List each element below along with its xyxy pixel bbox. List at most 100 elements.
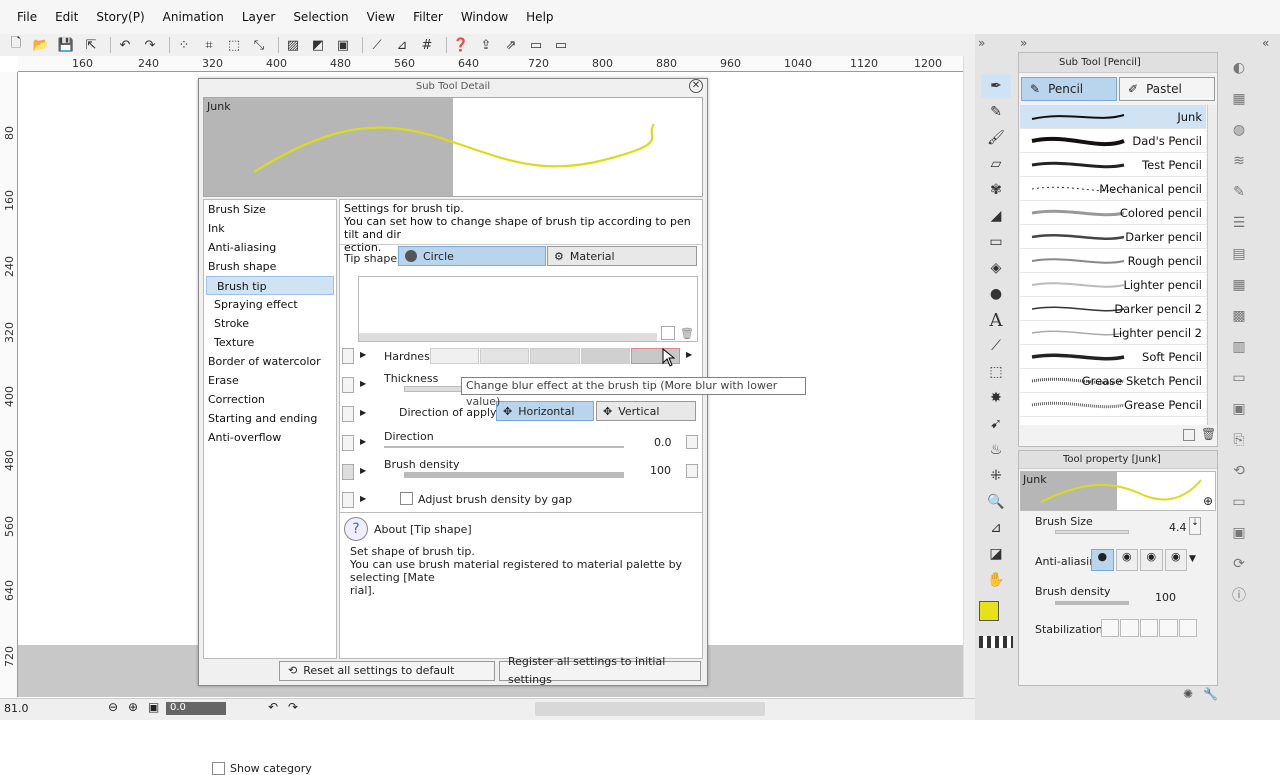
horizontal-scrollbar[interactable] (0, 698, 975, 720)
undo-icon[interactable]: ↶ (115, 35, 135, 55)
frame-icon[interactable]: ▣ (333, 35, 353, 55)
list-item[interactable]: Mechanical pencil (1020, 177, 1206, 201)
list-item[interactable]: Junk (1020, 105, 1206, 129)
auto-select-tool-icon[interactable]: ✸ (981, 386, 1011, 410)
category-texture[interactable]: Texture (204, 333, 336, 352)
open-folder-icon[interactable]: 📂 (31, 35, 51, 55)
reset-tool-icon[interactable]: ✺ (1183, 687, 1193, 701)
transform-icon[interactable]: ⬚ (224, 35, 244, 55)
item-bank-icon[interactable]: ▣ (1225, 519, 1253, 547)
expand-icon[interactable]: ▶ (360, 379, 366, 388)
animation-icon[interactable]: ▩ (1225, 302, 1253, 330)
horizontal-button[interactable]: ✥ Horizontal (496, 401, 594, 421)
list-item[interactable]: Grease Pencil (1020, 393, 1206, 417)
category-anti-overflow[interactable]: Anti-overflow (204, 428, 336, 447)
collapse-icon[interactable]: » (978, 36, 985, 50)
show-in-tool-property-toggle[interactable] (342, 492, 354, 508)
expand-icon[interactable]: ▶ (360, 408, 366, 417)
main-color-swatch[interactable] (979, 601, 999, 621)
menu-selection[interactable]: Selection (284, 0, 357, 34)
show-in-tool-property-toggle[interactable] (342, 435, 354, 451)
zoom-out-icon[interactable]: ⊖ (108, 700, 118, 714)
material-list[interactable]: 🗑 (358, 276, 698, 342)
stabilization-level[interactable] (1159, 619, 1178, 637)
export-icon[interactable]: ⇱ (81, 35, 101, 55)
list-item[interactable]: Test Pencil (1020, 153, 1206, 177)
brush-size-value[interactable]: 4.4 (1169, 521, 1187, 534)
snap-ruler-icon[interactable]: ⟋ (367, 35, 387, 55)
redo-icon[interactable]: ↷ (140, 35, 160, 55)
category-brush-shape[interactable]: Brush shape (204, 257, 336, 276)
stabilization-selector[interactable] (1101, 619, 1198, 637)
next-icon[interactable]: ▶ (686, 350, 692, 359)
gradient-tool-icon[interactable]: ● (981, 282, 1011, 306)
hand-tool-icon[interactable]: ✋ (981, 568, 1011, 592)
menu-window[interactable]: Window (452, 0, 517, 34)
information-icon[interactable]: ⓘ (1225, 581, 1253, 609)
category-brush-tip[interactable]: Brush tip (206, 276, 334, 295)
rotate-right-icon[interactable]: ↷ (288, 700, 298, 714)
text-tool-icon[interactable]: A (981, 308, 1011, 332)
list-item[interactable]: Rough pencil (1020, 249, 1206, 273)
show-in-tool-property-toggle[interactable] (342, 377, 354, 393)
auto-action-icon[interactable]: ▭ (1225, 488, 1253, 516)
blend-tool-icon[interactable]: ◢ (981, 204, 1011, 228)
menu-edit[interactable]: Edit (46, 0, 87, 34)
density-effect-button[interactable] (686, 464, 698, 478)
ruler-tool-icon[interactable]: ⊿ (981, 516, 1011, 540)
zoom-in-icon[interactable]: ⊕ (128, 700, 138, 714)
hardness-selector[interactable] (430, 348, 681, 364)
material-scrollbar[interactable] (359, 333, 657, 341)
collapse-icon[interactable]: « (1262, 36, 1269, 50)
color-gradient-tool-icon[interactable]: ◪ (981, 542, 1011, 566)
aa-none[interactable]: ● (1091, 549, 1114, 571)
fit-icon[interactable]: ▣ (148, 700, 159, 714)
zoom-readout[interactable]: 81.0 (4, 702, 29, 715)
list-item[interactable]: Grease Sketch Pencil (1020, 369, 1206, 393)
list-item[interactable]: Darker pencil 2 (1020, 297, 1206, 321)
direction-dial-button[interactable] (686, 435, 698, 449)
vertical-scrollbar[interactable] (963, 56, 975, 698)
category-ink[interactable]: Ink (204, 219, 336, 238)
collapse-icon[interactable]: » (1020, 36, 1027, 50)
show-category-checkbox[interactable] (212, 762, 225, 775)
brush-size-menu-icon[interactable]: ⇣ (1189, 517, 1201, 535)
wrench-icon[interactable]: 🔧 (1203, 687, 1218, 701)
eye-icon[interactable] (342, 464, 354, 480)
share-icon[interactable]: ⇗ (501, 35, 521, 55)
category-stroke[interactable]: Stroke (204, 314, 336, 333)
tone-tool-icon[interactable]: ⁜ (981, 464, 1011, 488)
scroll-thumb[interactable] (535, 702, 765, 716)
category-anti-aliasing[interactable]: Anti-aliasing (204, 238, 336, 257)
approximate-color-icon[interactable]: ≋ (1225, 147, 1253, 175)
brush-tool-icon[interactable]: 🖌 (981, 126, 1011, 150)
add-material-icon[interactable] (661, 326, 675, 340)
brush-size-slider[interactable] (1055, 530, 1129, 534)
expand-icon[interactable]: ▶ (360, 466, 366, 475)
figure-tool-icon[interactable]: ▭ (981, 230, 1011, 254)
aa-weak[interactable]: ◉ (1115, 549, 1138, 571)
category-border-of-watercolor[interactable]: Border of watercolor (204, 352, 336, 371)
brush-density-value[interactable]: 100 (650, 464, 671, 477)
transparent-color-swatch[interactable] (979, 636, 1013, 648)
category-spraying-effect[interactable]: Spraying effect (204, 295, 336, 314)
direction-value[interactable]: 0.0 (654, 436, 672, 449)
category-correction[interactable]: Correction (204, 390, 336, 409)
copy-subtool-icon[interactable] (1183, 429, 1195, 441)
stabilization-level[interactable] (1178, 619, 1198, 637)
fill-icon[interactable]: ▨ (283, 35, 303, 55)
menu-layer[interactable]: Layer (233, 0, 284, 34)
tab-pastel[interactable]: ✐ Pastel (1119, 77, 1215, 101)
tip-material-button[interactable]: ⚙ Material (547, 246, 697, 266)
reset-all-button[interactable]: ⟲ Reset all settings to default (279, 661, 495, 681)
timeline-icon[interactable]: ▥ (1225, 333, 1253, 361)
crop-icon[interactable]: ⌗ (199, 35, 219, 55)
expand-icon[interactable]: ▶ (360, 437, 366, 446)
stabilization-level[interactable] (1139, 619, 1159, 637)
selection-tool-icon[interactable]: ⬚ (981, 360, 1011, 384)
store-icon[interactable]: ▭ (551, 35, 571, 55)
gallery-icon[interactable]: ▭ (526, 35, 546, 55)
show-in-tool-property-toggle[interactable] (342, 348, 354, 364)
menu-animation[interactable]: Animation (154, 0, 233, 34)
aa-medium[interactable]: ◉ (1140, 549, 1163, 571)
